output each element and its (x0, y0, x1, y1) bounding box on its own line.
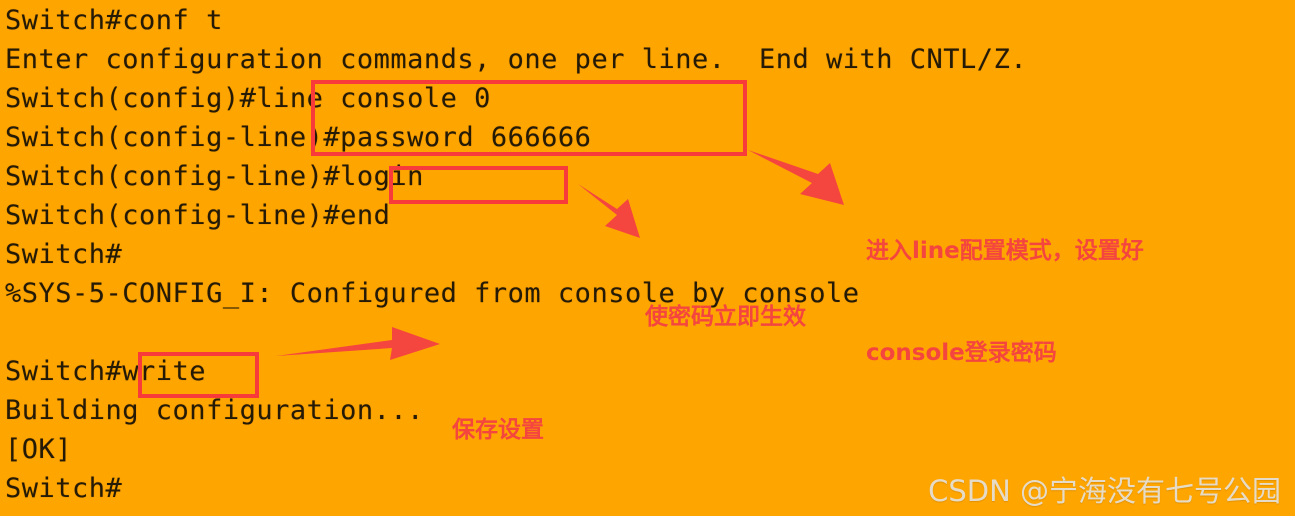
highlight-box-login (389, 166, 568, 204)
highlight-box-line-console-password (311, 80, 747, 156)
terminal-line: [OK] (5, 434, 73, 465)
terminal-line: Switch#conf t (5, 5, 223, 36)
terminal-screenshot: Switch#conf t Enter configuration comman… (0, 0, 1295, 516)
terminal-line: Switch(config-line)#login (5, 161, 424, 192)
annotation-save-settings: 保存设置 (452, 345, 544, 515)
terminal-line: Building configuration... (5, 395, 424, 426)
annotation-line-mode: 进入line配置模式，设置好 console登录密码 (866, 166, 1144, 438)
annotation-password-effective-row1: 使密码立即生效 (645, 304, 806, 330)
terminal-line: Enter configuration commands, one per li… (5, 44, 1028, 75)
annotation-line-mode-row2: console登录密码 (866, 340, 1057, 366)
annotation-line-mode-row1: 进入line配置模式，设置好 (866, 238, 1144, 264)
annotation-save-settings-row1: 保存设置 (452, 417, 544, 443)
terminal-line: Switch# (5, 239, 123, 270)
csdn-watermark: CSDN @宁海没有七号公园 (928, 474, 1281, 508)
highlight-box-write (138, 352, 259, 398)
terminal-line: Switch# (5, 473, 123, 504)
terminal-line: Switch(config-line)#end (5, 200, 391, 231)
annotation-password-effective: 使密码立即生效 (645, 232, 806, 402)
